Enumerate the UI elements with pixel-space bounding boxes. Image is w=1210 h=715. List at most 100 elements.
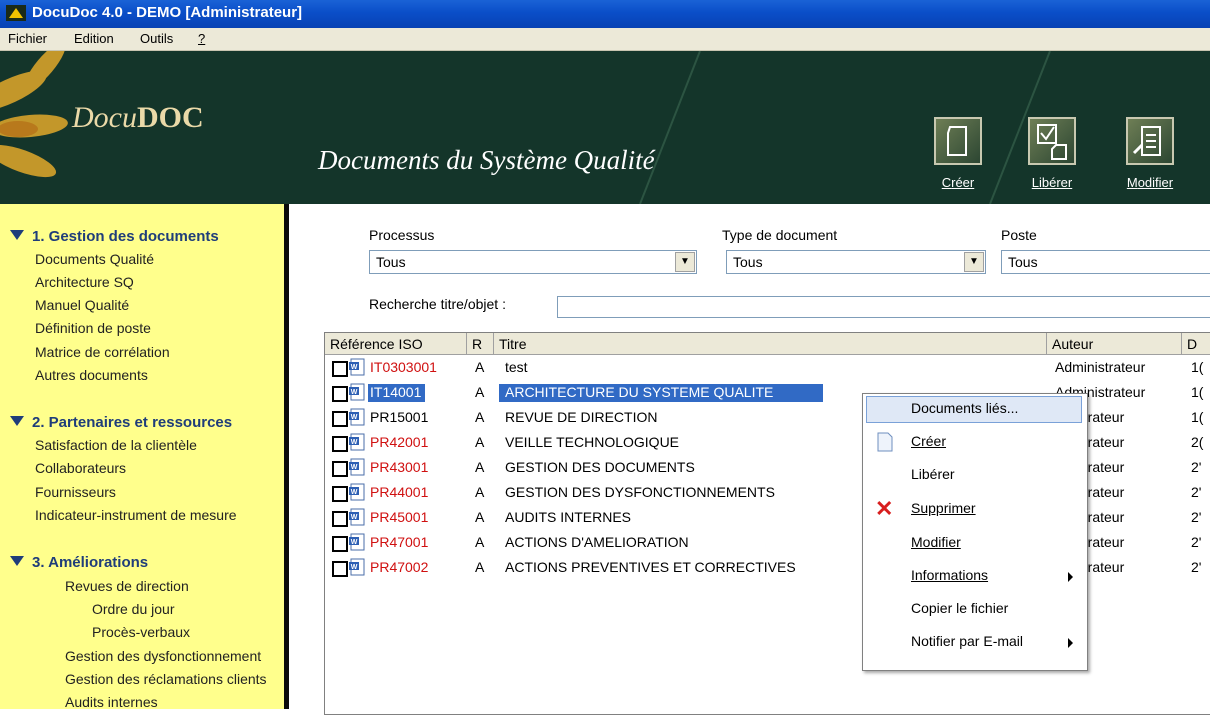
cell-revision: A xyxy=(475,559,485,575)
row-checkbox[interactable] xyxy=(332,436,348,452)
column-header-auteur[interactable]: Auteur xyxy=(1047,333,1182,355)
dropdown-arrow-icon[interactable]: ▼ xyxy=(964,252,984,272)
column-header-date[interactable]: D xyxy=(1182,333,1210,355)
modify-label-rest: odifier xyxy=(1137,175,1174,190)
docudoc-app-icon xyxy=(6,5,26,21)
modify-button[interactable]: Modifier xyxy=(1110,117,1190,190)
row-checkbox[interactable] xyxy=(332,411,348,427)
sidebar-item-matrice-correlation[interactable]: Matrice de corrélation xyxy=(35,344,170,360)
menu-edition[interactable]: Edition xyxy=(74,31,114,46)
sidebar-item-proces-verbaux[interactable]: Procès-verbaux xyxy=(92,624,190,640)
cell-reference: PR47002 xyxy=(370,559,429,575)
context-item-creer[interactable]: Créer xyxy=(863,427,1087,457)
row-checkbox[interactable] xyxy=(332,536,348,552)
sidebar-section-partenaires[interactable]: 2. Partenaires et ressources xyxy=(10,414,232,431)
sidebar-item-dysfonctionnement[interactable]: Gestion des dysfonctionnement xyxy=(65,648,261,664)
row-checkbox[interactable] xyxy=(332,386,348,402)
release-label-rest: ibérer xyxy=(1038,175,1073,190)
cell-title: AUDITS INTERNES xyxy=(505,509,632,525)
modify-icon xyxy=(1126,117,1174,165)
context-item-modifier[interactable]: Modifier xyxy=(863,528,1087,558)
processus-select[interactable]: Tous ▼ xyxy=(369,250,697,274)
cell-revision: A xyxy=(475,384,485,400)
context-item-liberer[interactable]: Libérer xyxy=(863,460,1087,490)
sidebar-item-audits-internes[interactable]: Audits internes xyxy=(65,694,158,709)
sidebar-item-reclamations[interactable]: Gestion des réclamations clients xyxy=(65,671,267,687)
cell-revision: A xyxy=(475,434,485,450)
sidebar-item-revues-direction[interactable]: Revues de direction xyxy=(65,578,189,594)
word-document-icon: W xyxy=(349,558,365,576)
cell-reference: PR43001 xyxy=(370,459,429,475)
sidebar-item-autres-documents[interactable]: Autres documents xyxy=(35,367,148,383)
context-item-documents-lies[interactable]: Documents liés... xyxy=(863,394,1087,424)
collapse-triangle-icon xyxy=(10,556,24,566)
context-item-label: Libérer xyxy=(911,466,955,482)
processus-label: Processus xyxy=(369,227,435,243)
column-header-reference[interactable]: Référence ISO xyxy=(325,333,467,355)
cell-title: test xyxy=(505,359,528,375)
sidebar-section-gestion[interactable]: 1. Gestion des documents xyxy=(10,228,219,245)
table-row[interactable]: W IT0303001 Atest Administrateur 1( xyxy=(325,356,1210,381)
row-checkbox[interactable] xyxy=(332,561,348,577)
type-select[interactable]: Tous ▼ xyxy=(726,250,986,274)
cell-revision: A xyxy=(475,509,485,525)
word-document-icon: W xyxy=(349,483,365,501)
cell-revision: A xyxy=(475,359,485,375)
cell-reference: PR45001 xyxy=(370,509,429,525)
create-icon xyxy=(934,117,982,165)
dropdown-arrow-icon[interactable]: ▼ xyxy=(675,252,695,272)
row-checkbox[interactable] xyxy=(332,486,348,502)
sidebar-item-definition-poste[interactable]: Définition de poste xyxy=(35,320,151,336)
search-input[interactable] xyxy=(557,296,1210,318)
svg-text:W: W xyxy=(351,414,358,421)
sidebar-item-fournisseurs[interactable]: Fournisseurs xyxy=(35,484,116,500)
release-icon xyxy=(1028,117,1076,165)
row-checkbox[interactable] xyxy=(332,361,348,377)
section-title: 2. Partenaires et ressources xyxy=(32,414,233,431)
cell-title: GESTION DES DOCUMENTS xyxy=(505,459,695,475)
menu-fichier[interactable]: Fichier xyxy=(8,31,47,46)
svg-text:W: W xyxy=(351,514,358,521)
svg-text:W: W xyxy=(351,364,358,371)
context-item-copier-fichier[interactable]: Copier le fichier xyxy=(863,594,1087,624)
context-item-label: Modifier xyxy=(911,534,961,550)
sidebar-section-ameliorations[interactable]: 3. Améliorations xyxy=(10,554,148,571)
menu-help[interactable]: ? xyxy=(198,31,205,46)
column-header-revision[interactable]: R xyxy=(467,333,494,355)
context-item-informations[interactable]: Informations xyxy=(863,561,1087,591)
row-checkbox[interactable] xyxy=(332,511,348,527)
svg-text:W: W xyxy=(351,489,358,496)
poste-select[interactable]: Tous xyxy=(1001,250,1210,274)
cell-date: 2' xyxy=(1191,534,1202,550)
sidebar-item-ordre-du-jour[interactable]: Ordre du jour xyxy=(92,601,174,617)
cell-reference: IT14001 xyxy=(368,384,426,402)
context-item-supprimer[interactable]: ✕ Supprimer xyxy=(863,494,1087,524)
collapse-triangle-icon xyxy=(10,230,24,240)
release-button[interactable]: Libérer xyxy=(1012,117,1092,190)
column-header-titre[interactable]: Titre xyxy=(494,333,1047,355)
context-item-notifier-email[interactable]: Notifier par E-mail xyxy=(863,627,1087,657)
poste-value: Tous xyxy=(1008,254,1038,270)
context-menu: Documents liés... Créer Libérer ✕ Suppri… xyxy=(862,393,1088,671)
sidebar-item-collaborateurs[interactable]: Collaborateurs xyxy=(35,460,126,476)
sidebar-item-documents-qualite[interactable]: Documents Qualité xyxy=(35,251,154,267)
create-button[interactable]: Créer xyxy=(918,117,998,190)
sidebar-item-indicateur[interactable]: Indicateur-instrument de mesure xyxy=(35,507,237,523)
row-checkbox[interactable] xyxy=(332,461,348,477)
cell-date: 2' xyxy=(1191,559,1202,575)
sidebar-item-manuel-qualite[interactable]: Manuel Qualité xyxy=(35,297,129,313)
svg-text:W: W xyxy=(351,564,358,571)
cell-reference: PR42001 xyxy=(370,434,429,450)
create-label-first: C xyxy=(941,175,952,190)
search-label: Recherche titre/objet : xyxy=(369,296,506,312)
word-document-icon: W xyxy=(349,408,365,426)
cell-title: REVUE DE DIRECTION xyxy=(505,409,658,425)
word-document-icon: W xyxy=(349,458,365,476)
page-icon xyxy=(877,432,893,452)
cell-revision: A xyxy=(475,459,485,475)
menu-outils[interactable]: Outils xyxy=(140,31,173,46)
sidebar-item-satisfaction[interactable]: Satisfaction de la clientèle xyxy=(35,437,197,453)
logo-doc: DOC xyxy=(136,101,204,134)
cell-title: GESTION DES DYSFONCTIONNEMENTS xyxy=(505,484,775,500)
sidebar-item-architecture-sq[interactable]: Architecture SQ xyxy=(35,274,134,290)
